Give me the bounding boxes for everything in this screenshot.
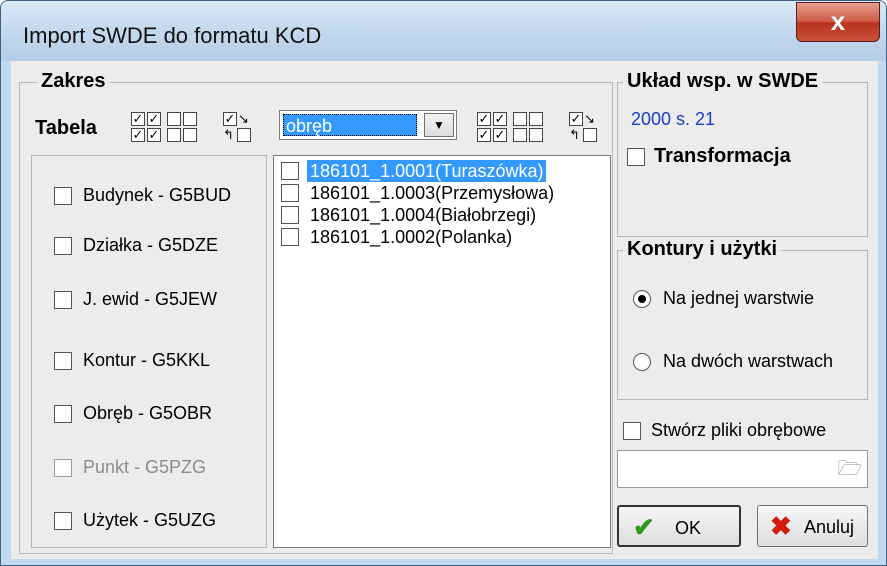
dialog-window: Import SWDE do formatu KCD x Zakres Tabe… [0,0,887,566]
list-item[interactable]: 186101_1.0003(Przemysłowa) [277,182,597,204]
list-item-label: 186101_1.0002(Polanka) [310,227,513,247]
list-item-label: 186101_1.0001(Turaszówka) [307,160,547,182]
cancel-button-label: Anuluj [804,517,855,537]
chevron-down-icon[interactable]: ▼ [424,113,454,137]
layer-label: Punkt - G5PZG [83,457,207,477]
folder-open-icon[interactable]: 🗁 [837,457,863,481]
select-obreby-cols-button-2[interactable]: ✓ [493,128,507,142]
transformacja-checkbox[interactable] [627,148,645,166]
transformacja-label: Transformacja [651,145,794,168]
window-title: Import SWDE do formatu KCD [23,23,322,48]
select-no-obreby-button[interactable] [513,112,527,126]
invert-obreby-button[interactable] [583,128,597,142]
arrow-down-right-icon: ↘ [584,111,595,126]
list-item-checkbox[interactable] [281,162,299,180]
list-item[interactable]: 186101_1.0002(Polanka) [277,226,597,248]
layer-label: Budynek - G5BUD [83,185,232,205]
layer-label: Obręb - G5OBR [83,403,213,423]
cross-icon: ✖ [770,511,792,541]
list-item-label: 186101_1.0004(Białobrzegi) [310,205,537,225]
list-item[interactable]: 186101_1.0004(Białobrzegi) [277,204,597,226]
tabela-label: Tabela [35,117,97,139]
select-all-cols-button-2[interactable]: ✓ [147,128,161,142]
layer-label: Użytek - G5UZG [83,510,217,530]
select-none-button[interactable] [167,112,181,126]
layer-label: Działka - G5DZE [83,235,219,255]
title-bar[interactable]: Import SWDE do formatu KCD x [1,1,886,61]
kontury-group-title: Kontury i użytki [623,238,782,261]
select-all-rows-button-2[interactable]: ✓ [147,112,161,126]
layer-checkbox[interactable] [54,237,72,255]
invert-selection-button[interactable] [237,128,251,142]
select-all-obreby-button[interactable]: ✓ [477,112,491,126]
coordinate-system-value: 2000 s. 21 [631,109,716,129]
arrow-down-right-icon: ↘ [238,111,249,126]
radio-label: Na jednej warstwie [663,288,815,308]
select-no-obreby-button-2[interactable] [529,112,543,126]
stworz-pliki-checkbox[interactable] [623,422,641,440]
list-item-label: 186101_1.0003(Przemysłowa) [310,183,555,203]
close-button[interactable]: x [796,2,880,42]
select-obreby-range-button[interactable]: ✓ [569,112,583,126]
list-item-checkbox[interactable] [281,206,299,224]
deselect-cols-button-2[interactable] [183,128,197,142]
radio-button[interactable] [633,353,651,371]
select-all-cols-button[interactable]: ✓ [131,128,145,142]
dialog-client-area: Zakres Tabela ✓ ✓ ✓ ↘ ✓ ✓ ↰ obręb ▼ ✓ ✓ [11,61,878,559]
uklad-group-title: Układ wsp. w SWDE [623,70,823,93]
radio-button-selected[interactable] [633,290,651,308]
deselect-obreby-button[interactable] [513,128,527,142]
cancel-button[interactable]: ✖ Anuluj [757,505,868,547]
obreby-list[interactable]: 186101_1.0001(Turaszówka) 186101_1.0003(… [273,155,611,548]
layer-label: Kontur - G5KKL [83,350,211,370]
list-item[interactable]: 186101_1.0001(Turaszówka) [277,160,597,182]
zakres-group-title: Zakres [37,70,110,93]
select-all-rows-button[interactable]: ✓ [131,112,145,126]
kontury-group [617,250,868,400]
select-range-button[interactable]: ✓ [223,112,237,126]
layer-checkbox[interactable] [54,352,72,370]
layer-checkbox[interactable] [54,405,72,423]
select-all-obreby-button-2[interactable]: ✓ [493,112,507,126]
select-none-button-2[interactable] [183,112,197,126]
select-obreby-cols-button[interactable]: ✓ [477,128,491,142]
deselect-cols-button[interactable] [167,128,181,142]
layer-checkbox[interactable] [54,291,72,309]
ok-button-label: OK [675,518,702,538]
stworz-pliki-label: Stwórz pliki obrębowe [651,420,827,440]
arrow-back-icon: ↰ [223,127,234,142]
radio-dot-icon [638,295,646,303]
tabela-combo[interactable]: obręb ▼ [279,110,457,140]
deselect-obreby-button-2[interactable] [529,128,543,142]
tabela-combo-value: obręb [283,114,417,136]
list-item-checkbox[interactable] [281,184,299,202]
layer-label: J. ewid - G5JEW [83,289,218,309]
layer-checkbox [54,459,72,477]
output-folder-field[interactable]: 🗁 [617,450,868,488]
checkmark-icon: ✔ [633,512,655,542]
arrow-back-icon: ↰ [569,127,580,142]
layer-checkbox[interactable] [54,512,72,530]
radio-label: Na dwóch warstwach [663,351,834,371]
list-item-checkbox[interactable] [281,228,299,246]
ok-button[interactable]: ✔ OK [617,505,741,547]
layer-checkbox[interactable] [54,187,72,205]
